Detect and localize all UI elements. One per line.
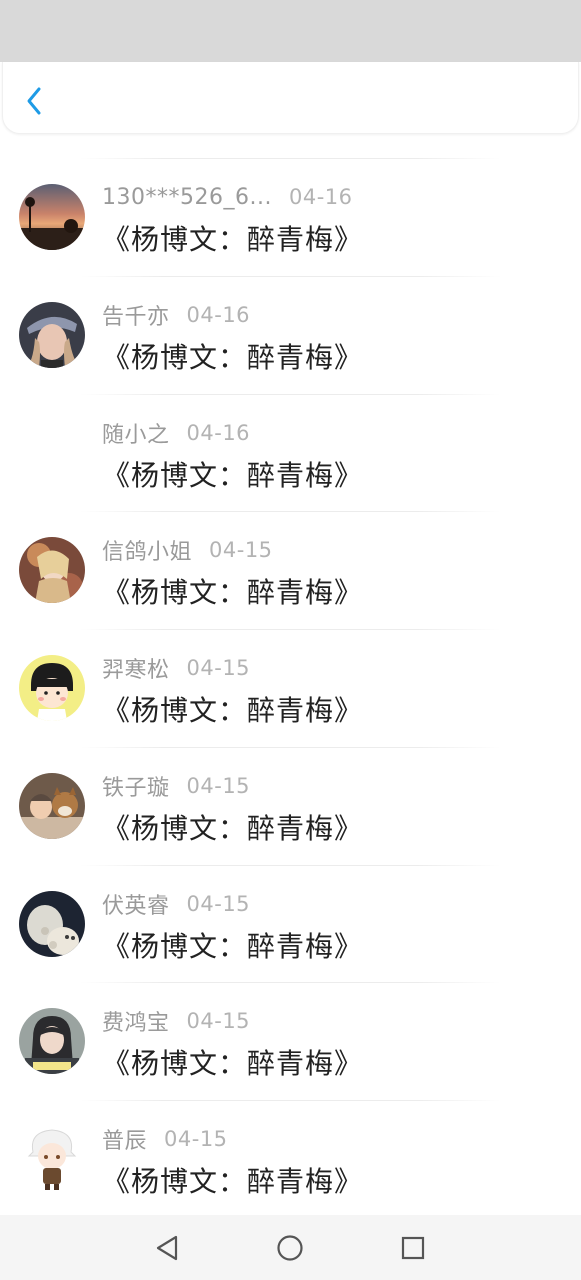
avatar[interactable] [19,1126,85,1192]
comment-date: 04-16 [288,185,353,209]
avatar[interactable] [19,655,85,721]
comment-list: 130***526_6... 04-16 《杨博文：醉青梅》 告千亦 04-16… [0,158,581,1218]
triangle-back-icon [156,1235,178,1261]
avatar[interactable] [19,537,85,604]
list-item[interactable]: 130***526_6... 04-16 《杨博文：醉青梅》 [0,158,581,276]
list-item[interactable]: 普辰 04-15 《杨博文：醉青梅》 [0,1100,581,1218]
user-name[interactable]: 伏英睿 [102,888,170,920]
comment-date: 04-15 [186,1009,251,1034]
comment-meta: 羿寒松 04-15 [102,653,250,683]
avatar[interactable] [19,1008,85,1075]
user-name[interactable]: 费鸿宝 [102,1005,170,1037]
comment-content[interactable]: 《杨博文：醉青梅》 [102,336,363,374]
comment-content[interactable]: 《杨博文：醉青梅》 [102,1160,363,1198]
comment-meta: 伏英睿 04-15 [102,889,250,919]
comment-meta: 随小之 04-16 [102,418,250,448]
list-item[interactable]: 伏英睿 04-15 《杨博文：醉青梅》 [0,864,581,983]
user-name[interactable]: 铁子璇 [102,770,170,802]
chevron-left-icon [27,87,41,115]
divider [80,864,501,866]
list-item[interactable]: 信鸽小姐 04-15 《杨博文：醉青梅》 [0,511,581,629]
comment-date: 04-15 [164,1127,228,1151]
comment-meta: 费鸿宝 04-15 [102,1006,250,1036]
list-item[interactable]: 羿寒松 04-15 《杨博文：醉青梅》 [0,629,581,747]
avatar[interactable] [19,301,85,368]
header-bar [2,62,579,134]
comment-content[interactable]: 《杨博文：醉青梅》 [102,807,363,845]
comment-meta: 告千亦 04-16 [102,300,250,330]
user-name[interactable]: 信鸽小姐 [102,534,192,566]
comment-content[interactable]: 《杨博文：醉青梅》 [102,1042,363,1080]
comment-date: 04-15 [186,773,251,798]
divider [80,393,501,395]
comment-date: 04-16 [186,302,251,327]
list-item[interactable]: 铁子璇 04-15 《杨博文：醉青梅》 [0,746,581,865]
comment-content[interactable]: 《杨博文：醉青梅》 [102,454,363,492]
avatar[interactable] [19,890,85,957]
user-name[interactable]: 普辰 [102,1123,147,1155]
comment-date: 04-16 [186,420,251,445]
comment-date: 04-15 [209,538,273,563]
comment-meta: 普辰 04-15 [102,1124,228,1154]
divider [80,629,501,630]
comment-content[interactable]: 《杨博文：醉青梅》 [102,925,363,963]
user-name[interactable]: 随小之 [102,417,170,449]
divider [80,158,501,159]
divider [80,1100,501,1101]
system-nav-bar [0,1215,581,1280]
nav-recents-button[interactable] [398,1233,428,1263]
divider [80,511,501,513]
back-button[interactable] [17,84,51,118]
user-name[interactable]: 130***526_6... [102,185,272,210]
avatar[interactable] [19,184,85,250]
comment-content[interactable]: 《杨博文：醉青梅》 [102,218,363,256]
divider [80,275,501,277]
user-name[interactable]: 羿寒松 [102,652,170,684]
comment-meta: 信鸽小姐 04-15 [102,535,273,565]
nav-home-button[interactable] [275,1233,305,1263]
square-recents-icon [401,1236,425,1260]
list-item[interactable]: 告千亦 04-16 《杨博文：醉青梅》 [0,275,581,394]
nav-back-button[interactable] [152,1233,182,1263]
comment-meta: 铁子璇 04-15 [102,771,250,801]
user-name[interactable]: 告千亦 [102,299,170,331]
list-item[interactable]: 随小之 04-16 《杨博文：醉青梅》 [0,393,581,512]
comment-date: 04-15 [186,656,251,680]
list-item[interactable]: 费鸿宝 04-15 《杨博文：醉青梅》 [0,982,581,1100]
divider [80,982,501,984]
comment-meta: 130***526_6... 04-16 [102,182,353,212]
divider [80,746,501,748]
comment-content[interactable]: 《杨博文：醉青梅》 [102,689,363,727]
comment-date: 04-15 [186,891,251,916]
avatar[interactable] [19,419,85,486]
avatar[interactable] [19,772,85,839]
comment-content[interactable]: 《杨博文：醉青梅》 [102,571,363,609]
circle-home-icon [277,1235,303,1261]
status-bar [0,0,581,62]
